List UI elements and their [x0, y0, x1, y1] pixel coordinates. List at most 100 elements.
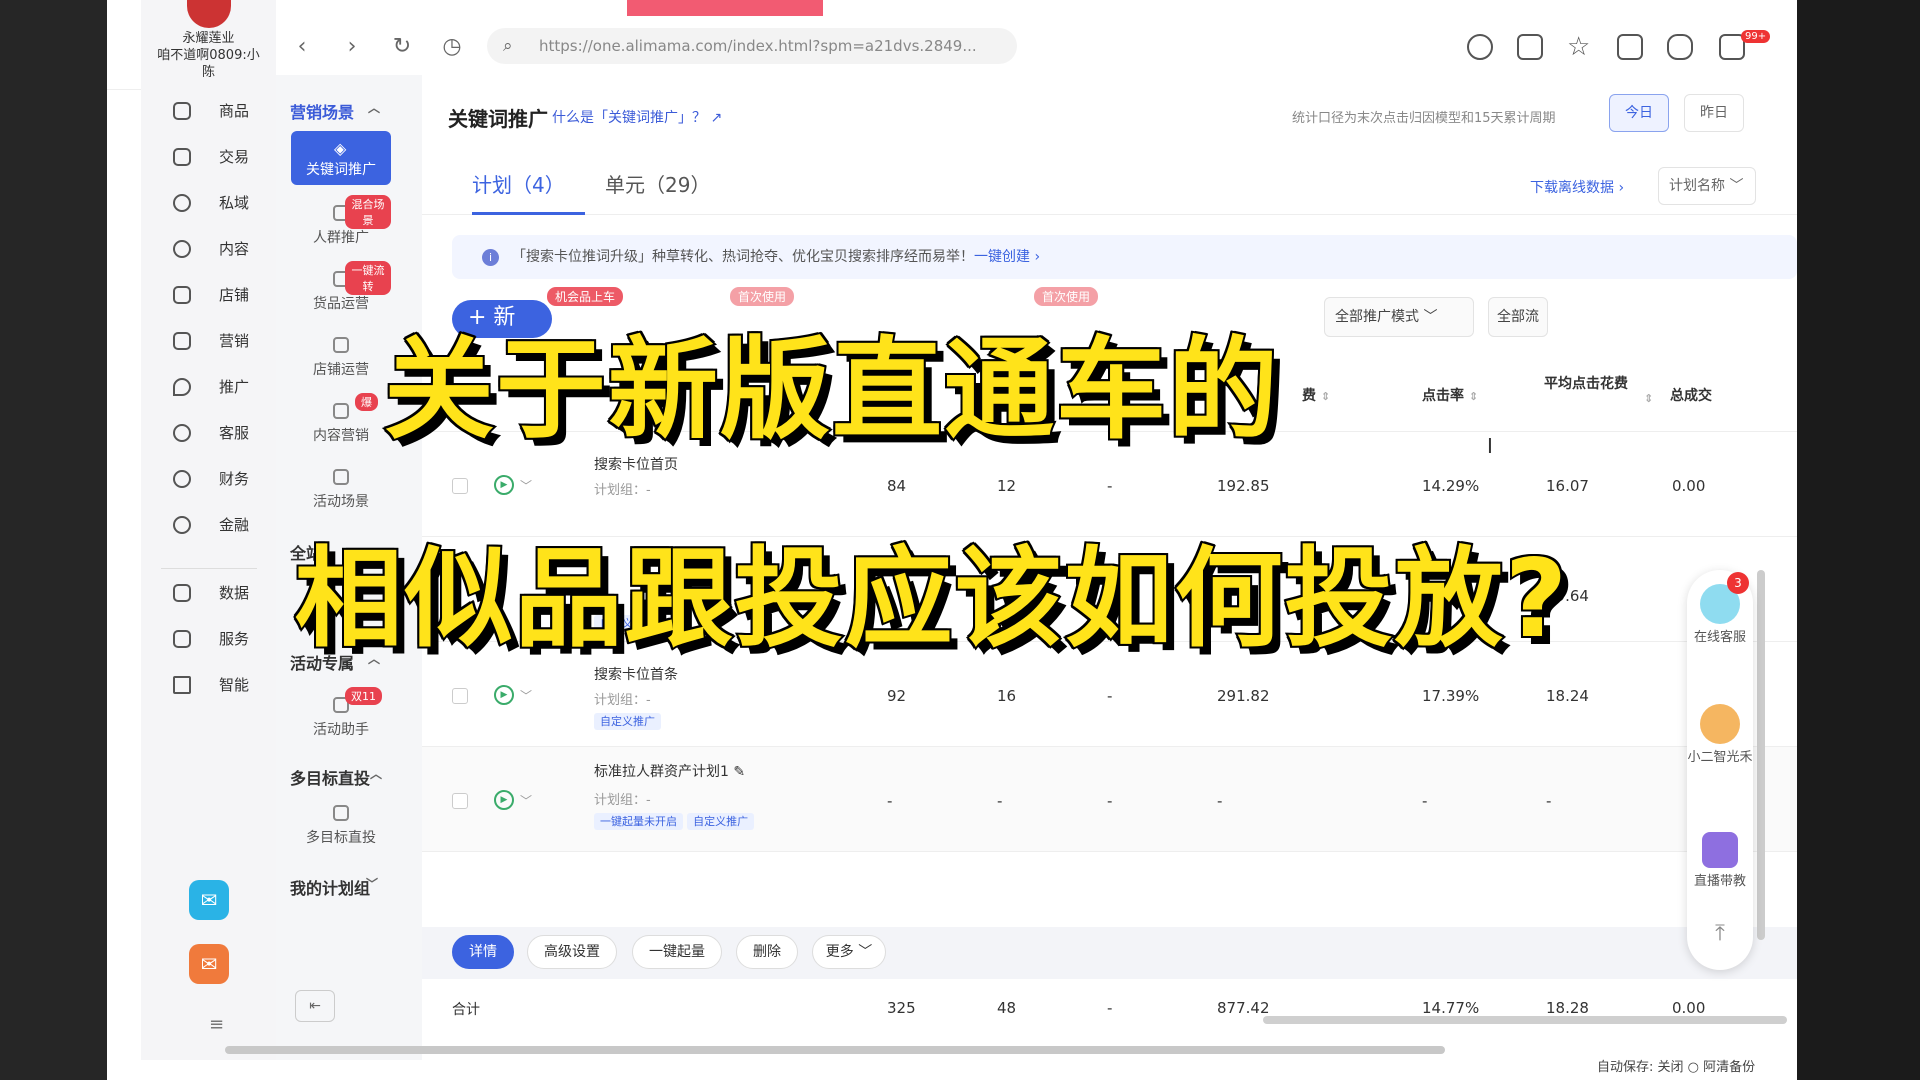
nav-item-finance[interactable]: 财务: [141, 462, 276, 496]
edit-icon[interactable]: ✎: [733, 764, 745, 780]
chevron-down-icon[interactable]: ﹀: [520, 792, 532, 809]
batch-action-bar: 详情 高级设置 一键起量 删除 更多 ﹀: [422, 927, 1797, 979]
info-icon: i: [482, 249, 499, 266]
play-icon[interactable]: ▶: [494, 685, 514, 705]
nav-item-smart[interactable]: 智能: [141, 668, 276, 702]
subnav-label: 人群推广: [313, 230, 369, 246]
brand-name: 永耀莲业: [182, 31, 235, 46]
notice-text: 「搜索卡位推词升级」种草转化、热词抢夺、优化宝贝搜索排序经而易举！: [512, 249, 974, 265]
cell: 18.28: [1546, 999, 1589, 1017]
page-horizontal-scrollbar[interactable]: [225, 1046, 1445, 1054]
link-text: 什么是「关键词推广」？: [552, 110, 706, 126]
cell: 16: [997, 687, 1017, 705]
tag: 混合场景: [345, 195, 391, 229]
tab-unit[interactable]: 单元（29）: [605, 155, 710, 215]
float-label: 小二智光禾: [1687, 750, 1753, 765]
back-to-top-icon[interactable]: ⤒: [1687, 923, 1753, 945]
notice-banner: i 「搜索卡位推词升级」种草转化、热词抢夺、优化宝贝搜索排序经而易举！一键创建 ›: [452, 235, 1797, 279]
assistant-app-icon[interactable]: ✉: [189, 944, 229, 984]
tab-plan[interactable]: 计划（4）: [472, 155, 585, 215]
plan-name-select[interactable]: 计划名称 ﹀: [1658, 167, 1756, 205]
chevron-down-icon[interactable]: ﹀: [520, 477, 532, 494]
subnav-item-multi-target[interactable]: 多目标直投: [291, 805, 391, 847]
row-checkbox[interactable]: [452, 793, 468, 809]
chevron-up-icon: ︿: [368, 101, 381, 115]
activity-icon: [333, 469, 349, 485]
section-label: 多目标直投: [290, 769, 371, 788]
subnav-item-keyword-promotion[interactable]: ◈ 关键词推广: [291, 131, 391, 185]
chat-app-icon[interactable]: ✉: [189, 880, 229, 920]
assistant-button[interactable]: 小二智光禾: [1687, 704, 1753, 766]
select-value: 计划名称: [1669, 178, 1725, 194]
subnav-label: 多目标直投: [306, 830, 376, 846]
menu-icon[interactable]: ≡: [209, 1014, 224, 1035]
cell: 92: [887, 687, 907, 705]
plan-tags: 一键起量未开启 自定义推广: [594, 813, 755, 830]
cell: 192.85: [1217, 477, 1270, 495]
table-row[interactable]: ▶ ﹀ 标准拉人群资产计划1 ✎ 计划组：- 一键起量未开启 自定义推广 - -…: [422, 747, 1797, 852]
address-bar[interactable]: ⌕ https://one.alimama.com/index.html?spm=…: [487, 28, 1017, 64]
subnav-item-activity-helper[interactable]: 双11 活动助手: [291, 687, 391, 739]
play-icon[interactable]: ▶: [494, 790, 514, 810]
cell: -: [1546, 792, 1552, 810]
goods-icon: [173, 102, 191, 120]
bolt-icon: [173, 676, 191, 694]
cell: -: [1217, 792, 1223, 810]
nav-label: 财务: [219, 470, 250, 488]
caption-line-2: 相似品跟投应该如何投放?: [293, 535, 1570, 664]
refresh-page-icon[interactable]: [1467, 34, 1493, 60]
nav-item-content[interactable]: 内容: [141, 232, 276, 266]
row-checkbox[interactable]: [452, 688, 468, 704]
stat-note: 统计口径为末次点击归因模型和15天累计周期: [1292, 111, 1556, 126]
what-is-link[interactable]: 什么是「关键词推广」？ ↗: [552, 107, 722, 127]
cell: 325: [887, 999, 916, 1017]
download-offline-data-link[interactable]: 下载离线数据 ›: [1530, 177, 1624, 197]
yesterday-button[interactable]: 昨日: [1684, 94, 1744, 132]
section-label: 营销场景: [290, 103, 355, 122]
row-checkbox[interactable]: [452, 478, 468, 494]
section-my-plan-groups[interactable]: 我的计划组 ﹀: [290, 875, 378, 901]
back-icon[interactable]: ‹: [287, 32, 317, 62]
tag: 双11: [345, 687, 382, 705]
nav-item-trade[interactable]: 交易: [141, 140, 276, 174]
active-tab-strip[interactable]: [627, 0, 823, 16]
forward-icon[interactable]: ›: [337, 32, 367, 62]
collections-icon[interactable]: [1617, 34, 1643, 60]
one-click-boost-button[interactable]: 一键起量: [632, 935, 722, 969]
cell: 877.42: [1217, 999, 1270, 1017]
one-click-create-link[interactable]: 一键创建 ›: [974, 249, 1040, 265]
more-button[interactable]: 更多 ﹀: [812, 935, 886, 969]
nav-item-goods[interactable]: 商品: [141, 94, 276, 128]
delete-button[interactable]: 删除: [736, 935, 798, 969]
play-icon[interactable]: ▶: [494, 475, 514, 495]
live-tutorial-button[interactable]: 直播带教: [1687, 832, 1753, 890]
section-multi-target[interactable]: 多目标直投 ︿: [290, 765, 382, 791]
star-icon[interactable]: ☆: [1567, 34, 1593, 60]
section-marketing-scene[interactable]: 营销场景 ︿: [290, 99, 380, 125]
plan-tag: 一键起量未开启: [594, 813, 683, 830]
copy-icon[interactable]: [1517, 34, 1543, 60]
external-link-icon: ↗: [710, 110, 723, 126]
history-icon[interactable]: ◷: [437, 32, 467, 62]
subnav-item-activity[interactable]: 活动场景: [291, 469, 391, 511]
plan-group: 计划组：-: [594, 483, 651, 498]
reload-icon[interactable]: ↻: [387, 32, 417, 62]
subnav-label: 活动场景: [313, 494, 369, 510]
nav-label: 商品: [219, 102, 250, 120]
table-horizontal-scrollbar[interactable]: [1263, 1016, 1787, 1024]
advanced-settings-button[interactable]: 高级设置: [527, 935, 617, 969]
nav-item-private[interactable]: 私域: [141, 186, 276, 220]
plan-name[interactable]: 标准拉人群资产计划1 ✎: [594, 761, 745, 781]
chevron-down-icon[interactable]: ﹀: [520, 687, 532, 704]
cell: -: [1107, 999, 1113, 1017]
collapse-sidebar-button[interactable]: ⇤: [295, 990, 335, 1022]
multi-target-icon: [333, 805, 349, 821]
cell: 17.39%: [1422, 687, 1480, 705]
today-button[interactable]: 今日: [1609, 94, 1669, 132]
page-title: 关键词推广: [448, 107, 548, 131]
detail-button[interactable]: 详情: [452, 935, 514, 969]
subnav-item-crowd[interactable]: 混合场景 人群推广: [291, 195, 391, 247]
brand: 永耀莲业 咱不道啊0809:小陈: [151, 0, 266, 81]
extensions-icon[interactable]: [1667, 34, 1693, 60]
desktop-left-strip: [0, 0, 107, 1080]
